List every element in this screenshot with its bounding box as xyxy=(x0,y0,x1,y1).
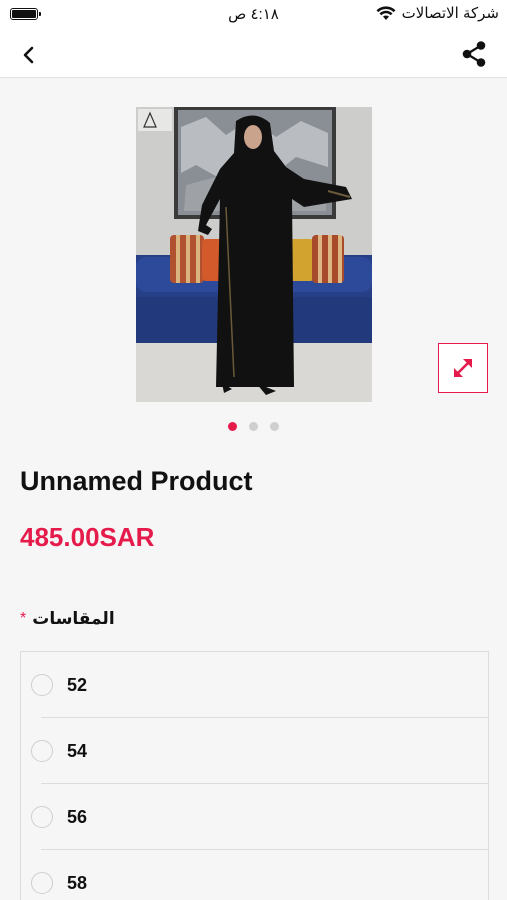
radio-button[interactable] xyxy=(31,740,53,762)
product-image[interactable] xyxy=(136,107,372,402)
size-option-label: 58 xyxy=(67,872,88,893)
size-options: 52 54 56 58 xyxy=(20,651,489,900)
radio-button[interactable] xyxy=(31,872,53,894)
radio-button[interactable] xyxy=(31,674,53,696)
size-option-54[interactable]: 54 xyxy=(21,718,488,784)
nav-bar xyxy=(0,28,507,78)
share-icon xyxy=(462,41,486,67)
share-button[interactable] xyxy=(459,39,489,69)
size-option-label: 54 xyxy=(67,740,88,761)
wifi-icon xyxy=(376,5,396,20)
image-pagination xyxy=(0,420,507,432)
size-option-58[interactable]: 58 xyxy=(21,850,488,900)
pagination-dot[interactable] xyxy=(249,421,258,431)
pagination-dot[interactable] xyxy=(270,421,279,431)
carrier-name: شركة الاتصالات xyxy=(401,5,499,22)
size-option-56[interactable]: 56 xyxy=(21,784,488,850)
product-title: Unnamed Product xyxy=(20,466,253,496)
carrier-info: شركة الاتصالات xyxy=(376,4,499,22)
product-price: 485.00SAR xyxy=(20,522,155,552)
expand-arrows-icon xyxy=(454,359,472,377)
radio-button[interactable] xyxy=(31,806,53,828)
size-option-label: 56 xyxy=(67,806,88,827)
expand-image-button[interactable] xyxy=(438,343,488,393)
chevron-left-icon xyxy=(23,46,34,64)
size-option-label: 52 xyxy=(67,674,88,695)
required-marker: * xyxy=(20,610,27,627)
sizes-label-group: المقاسات * xyxy=(20,609,115,629)
product-photo xyxy=(136,107,372,402)
pagination-dot[interactable] xyxy=(228,421,237,431)
status-bar: ٤:١٨ ص شركة الاتصالات xyxy=(0,0,507,28)
sizes-label: المقاسات xyxy=(32,609,115,628)
back-button[interactable] xyxy=(14,40,44,70)
size-option-52[interactable]: 52 xyxy=(21,652,488,718)
